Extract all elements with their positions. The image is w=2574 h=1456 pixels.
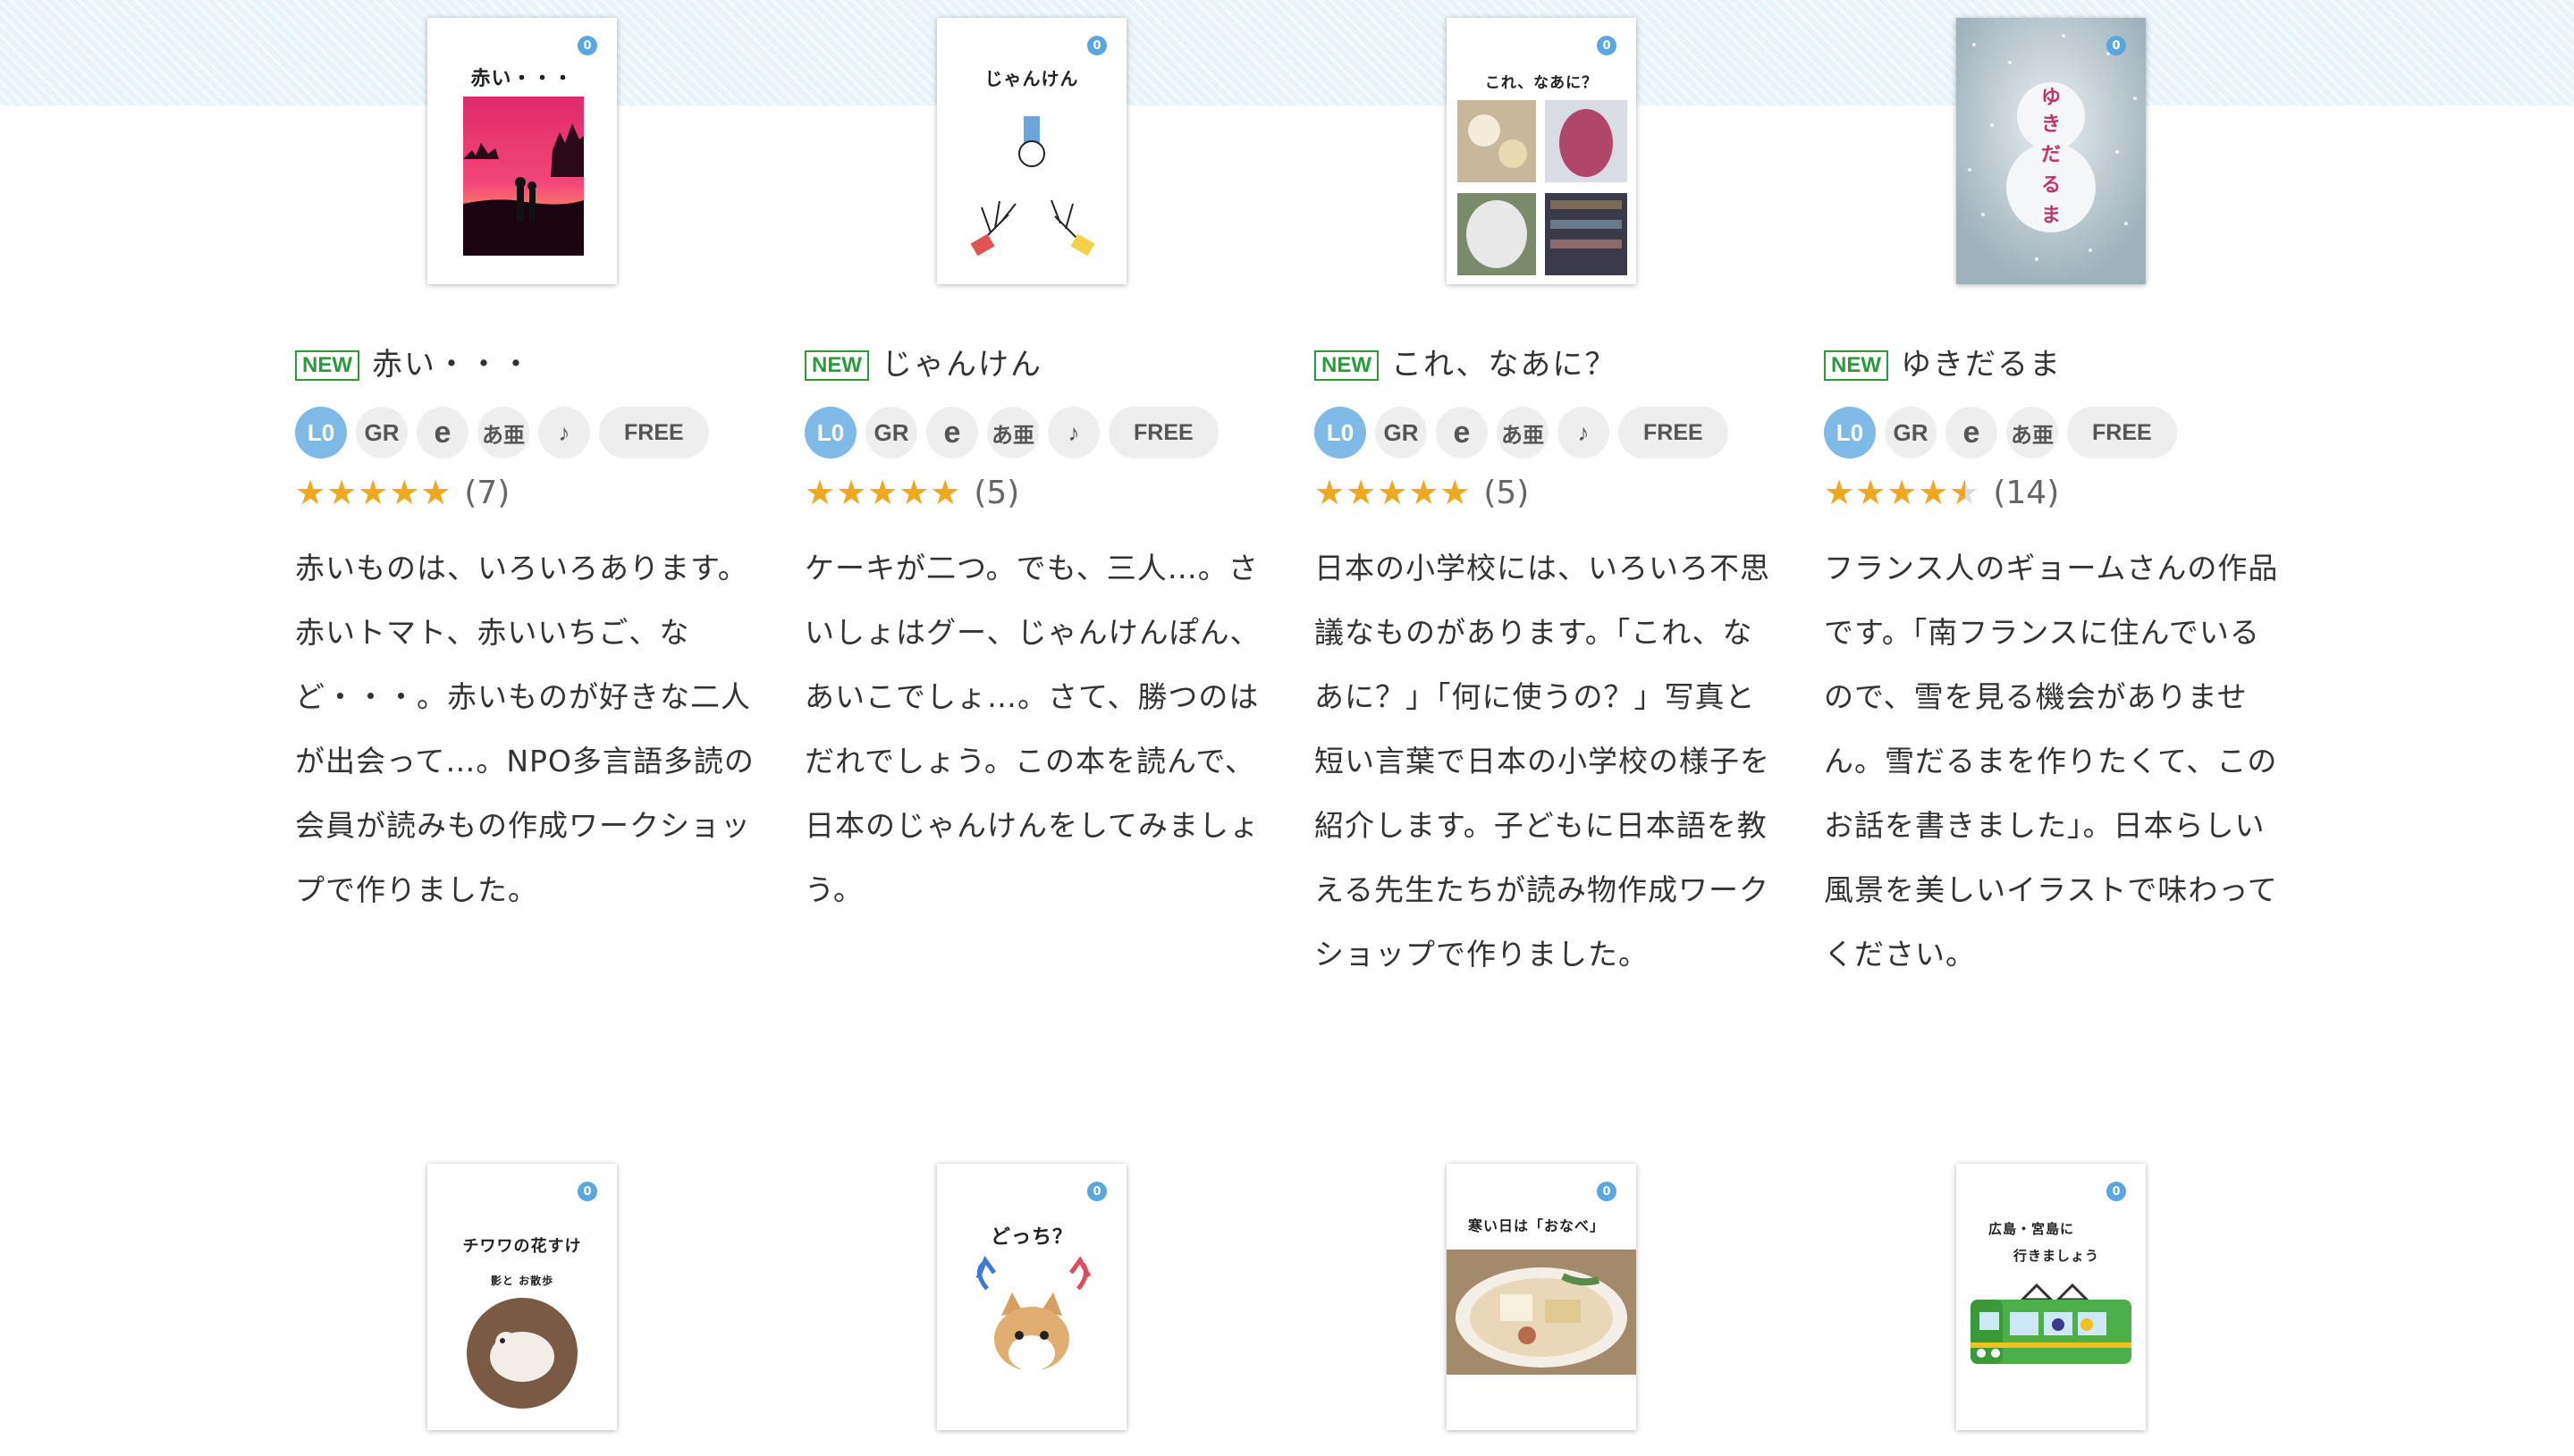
graded-reader-tag[interactable]: GR <box>865 407 917 459</box>
ebook-tag[interactable]: e <box>1436 407 1488 459</box>
cover-level-badge: 0 <box>2106 1182 2126 1201</box>
rating-row: ★★★★★★★★★★ (14) <box>1824 472 2059 513</box>
audio-tag[interactable]: ♪ <box>1048 407 1100 459</box>
svg-text:る: る <box>2041 174 2061 197</box>
book-description: ケーキが二つ。でも、三人…。さいしょはグー、じゃんけんぽん、あいこでしょ…。さて… <box>805 551 1261 907</box>
book-title-row: NEW じゃんけん <box>805 331 1042 384</box>
tag-list: L0 GR e あ亜 ♪ FREE <box>295 407 718 459</box>
chihuahua-photo <box>467 1298 578 1409</box>
hotpot-photo <box>1447 1250 1636 1375</box>
svg-text:だ: だ <box>2041 144 2061 166</box>
free-tag[interactable]: FREE <box>599 407 709 459</box>
tag-list: L0 GR e あ亜 ♪ FREE <box>805 407 1228 459</box>
rating-row: ★★★★★ ★★★★★ (5) <box>805 472 1019 513</box>
book-title-row: NEW ゆきだるま <box>1824 331 2062 384</box>
new-badge: NEW <box>805 350 869 381</box>
book-title-link[interactable]: じゃんけん <box>882 345 1042 384</box>
book-cover-kore-naani[interactable]: 0 これ、なあに？ <box>1447 18 1636 284</box>
school-photos-collage <box>1457 100 1627 275</box>
free-tag[interactable]: FREE <box>1618 407 1728 459</box>
cover-title: じゃんけん <box>984 68 1079 89</box>
rating-row: ★★★★★ ★★★★★ (7) <box>295 472 510 513</box>
new-badge: NEW <box>1314 350 1379 381</box>
sunset-illustration <box>463 97 584 256</box>
audio-tag[interactable]: ♪ <box>538 407 590 459</box>
svg-text:ま: ま <box>2041 205 2061 227</box>
book-cover-nabe[interactable]: 0 寒い日は「おなべ」 <box>1447 1164 1636 1430</box>
star-rating: ★★★★★★★★★★ <box>1824 473 1981 512</box>
cover-level-badge: 0 <box>1087 1182 1107 1201</box>
free-tag[interactable]: FREE <box>2067 407 2177 459</box>
book-cover-docchi[interactable]: 0 どっち？ <box>937 1164 1127 1430</box>
cover-title: どっち？ <box>990 1226 1073 1249</box>
cover-level-badge: 0 <box>578 36 597 55</box>
cover-title: チワワの花すけ <box>462 1237 582 1256</box>
level-tag[interactable]: L0 <box>1824 407 1876 459</box>
book-cover-hiroshima[interactable]: 0 広島・宮島に 行きましょう <box>1956 1164 2146 1430</box>
cover-title: 寒い日は「おなべ」 <box>1468 1217 1606 1234</box>
hands-illustration <box>970 116 1095 257</box>
rating-count: (14) <box>1993 474 2060 511</box>
book-cover-yukidaruma[interactable]: ゆ き だ る ま 0 <box>1956 18 2146 284</box>
star-rating: ★★★★★★★★★★ <box>295 473 452 512</box>
rating-count: (5) <box>974 474 1020 511</box>
book-title-link[interactable]: これ、なあに？ <box>1391 345 1616 384</box>
cover-level-badge: 0 <box>578 1182 597 1201</box>
level-tag[interactable]: L0 <box>805 407 857 459</box>
book-cover-janken[interactable]: 0 じゃんけん <box>937 18 1127 284</box>
book-description: フランス人のギョームさんの作品です。「南フランスに住んでいるので、雪を見る機会が… <box>1824 551 2279 972</box>
ebook-tag[interactable]: e <box>417 407 468 459</box>
book-title-link[interactable]: ゆきだるま <box>1901 345 2062 384</box>
level-tag[interactable]: L0 <box>295 407 347 459</box>
furigana-tag[interactable]: あ亜 <box>2006 407 2058 459</box>
cover-level-badge: 0 <box>1087 36 1107 55</box>
cover-subtitle: 影と お散歩 <box>490 1275 554 1287</box>
audio-tag[interactable]: ♪ <box>1557 407 1609 459</box>
snowman-illustration: ゆ き だ る ま <box>1956 18 2146 284</box>
cover-title: 赤い・・・ <box>470 68 574 90</box>
star-rating: ★★★★★★★★★★ <box>805 473 962 512</box>
rating-row: ★★★★★ ★★★★★ (5) <box>1314 472 1529 513</box>
cover-subtitle: 行きましょう <box>2013 1248 2100 1264</box>
ebook-tag[interactable]: e <box>926 407 978 459</box>
svg-text:ゆ: ゆ <box>2041 87 2061 109</box>
new-badge: NEW <box>295 350 359 381</box>
cover-level-badge: 0 <box>1597 1182 1616 1201</box>
furigana-tag[interactable]: あ亜 <box>987 407 1039 459</box>
new-badge: NEW <box>1824 350 1888 381</box>
cover-level-badge: 0 <box>1597 36 1616 55</box>
star-rating: ★★★★★★★★★★ <box>1314 473 1472 512</box>
book-grid: 0 赤い・・・ NEW 赤い・・・ L0 GR e あ亜 ♪ FREE ★★★★… <box>0 0 2574 1456</box>
book-cover-akai[interactable]: 0 赤い・・・ <box>427 18 617 284</box>
cover-level-badge: 0 <box>2106 36 2126 55</box>
graded-reader-tag[interactable]: GR <box>1885 407 1937 459</box>
furigana-tag[interactable]: あ亜 <box>1497 407 1549 459</box>
svg-text:き: き <box>2041 114 2061 136</box>
tag-list: L0 GR e あ亜 ♪ FREE <box>1314 407 1737 459</box>
book-title-row: NEW 赤い・・・ <box>295 331 533 384</box>
cover-title: これ、なあに？ <box>1484 74 1599 92</box>
book-description: 日本の小学校には、いろいろ不思議なものがあります。「これ、なあに？」「何に使うの… <box>1314 551 1770 972</box>
furigana-tag[interactable]: あ亜 <box>477 407 529 459</box>
graded-reader-tag[interactable]: GR <box>356 407 408 459</box>
graded-reader-tag[interactable]: GR <box>1375 407 1427 459</box>
book-title-link[interactable]: 赤い・・・ <box>372 345 533 384</box>
cat-illustration <box>975 1255 1092 1405</box>
book-title-row: NEW これ、なあに？ <box>1314 331 1616 384</box>
ebook-tag[interactable]: e <box>1945 407 1997 459</box>
level-tag[interactable]: L0 <box>1314 407 1366 459</box>
tag-list: L0 GR e あ亜 FREE <box>1824 407 2186 459</box>
cover-title: 広島・宮島に <box>1988 1221 2075 1237</box>
rating-count: (7) <box>464 474 511 511</box>
book-description: 赤いものは、いろいろあります。赤いトマト、赤いいちご、など・・・。赤いものが好き… <box>295 551 755 907</box>
train-illustration <box>1971 1283 2131 1364</box>
book-cover-chiwawa[interactable]: 0 チワワの花すけ 影と お散歩 <box>427 1164 617 1430</box>
free-tag[interactable]: FREE <box>1109 407 1219 459</box>
rating-count: (5) <box>1483 474 1530 511</box>
